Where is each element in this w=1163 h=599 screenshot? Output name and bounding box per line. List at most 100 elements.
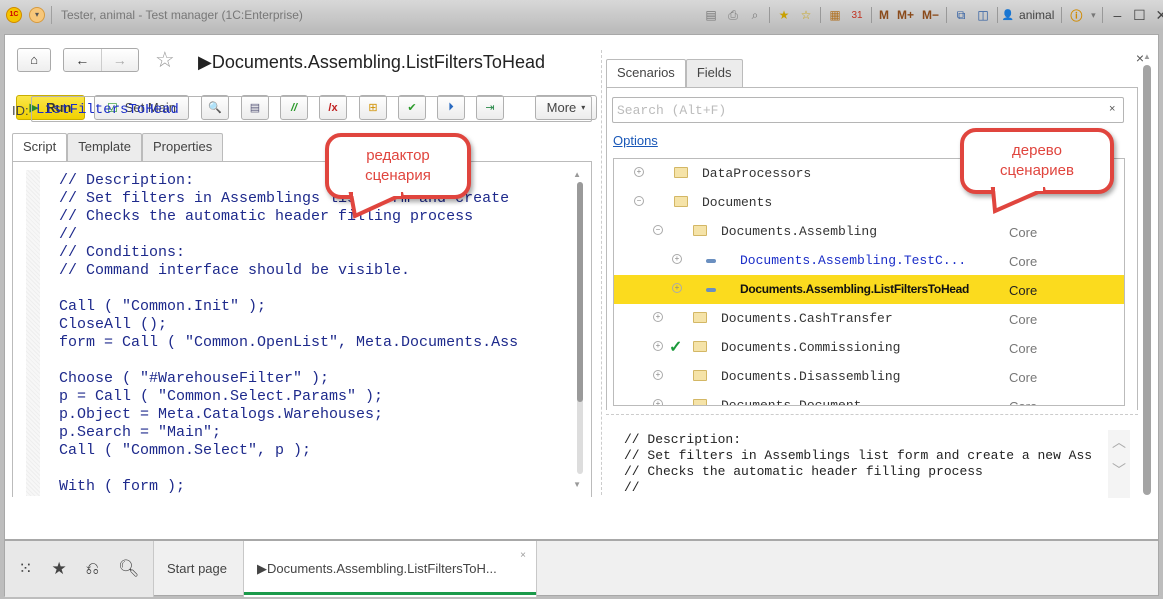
history-icon[interactable]: ⎌ — [86, 559, 100, 579]
open-windows-panel: ⁙ ★ ⎌ 🔍︎ Start page ▶Documents.Assemblin… — [4, 540, 1159, 597]
save-icon[interactable]: ▤ — [700, 6, 722, 24]
tree-item-name: Documents.Commissioning — [721, 340, 901, 355]
add-favorite-icon[interactable]: ★ — [773, 6, 795, 24]
minimize-button[interactable]: – — [1106, 7, 1128, 23]
expand-icon[interactable]: + — [653, 399, 663, 405]
expand-icon[interactable]: + — [672, 283, 682, 293]
checkmark-icon: ✓ — [669, 339, 683, 356]
tab-current-scenario[interactable]: ▶Documents.Assembling.ListFiltersToH... … — [243, 541, 537, 597]
expand-icon[interactable]: + — [653, 370, 663, 380]
separator — [820, 7, 821, 23]
collapse-icon[interactable]: − — [653, 225, 663, 235]
tab-fields[interactable]: Fields — [685, 59, 743, 87]
callout-pointer — [990, 185, 1046, 214]
id-input[interactable]: ListFiltersToHead — [31, 96, 592, 122]
tree-row[interactable]: + Documents.Document Core — [614, 391, 1124, 405]
favorite-star-icon[interactable]: ☆ — [155, 49, 175, 71]
preview-splitter[interactable] — [606, 414, 1138, 415]
scrollbar-thumb[interactable] — [1143, 65, 1151, 495]
tree-row[interactable]: + Documents.Assembling.ListFiltersToHead C… — [614, 275, 1124, 304]
separator — [946, 7, 948, 23]
windows-icon[interactable]: ⧉ — [950, 6, 972, 24]
editor-gutter — [26, 170, 40, 496]
search-icon[interactable]: 🔍︎ — [118, 559, 140, 579]
user-name[interactable]: animal — [1015, 8, 1058, 22]
options-link[interactable]: Options — [613, 133, 658, 148]
callout-pointer — [348, 190, 404, 219]
script-code[interactable]: // Description: // Set filters in Assemb… — [59, 172, 518, 496]
preview-scrollbar[interactable]: ︿ ﹀ — [1108, 430, 1130, 498]
close-window-button[interactable]: ✕ — [1150, 7, 1163, 24]
maximize-button[interactable]: ☐ — [1128, 7, 1150, 24]
back-button[interactable]: ← — [64, 49, 101, 71]
chevron-up-icon[interactable]: ︿ — [1108, 432, 1130, 452]
memory-add-button[interactable]: M+ — [893, 6, 918, 24]
folder-icon — [674, 167, 688, 178]
info-icon[interactable]: ⓘ — [1065, 6, 1087, 24]
preview-code: // Description: // Set filters in Assemb… — [624, 432, 1093, 495]
preview-icon[interactable]: ⌕ — [744, 6, 766, 24]
split-view-icon[interactable]: ◫ — [972, 6, 994, 24]
tree-row[interactable]: − Documents.Assembling Core — [614, 217, 1124, 246]
home-icon: ⌂ — [30, 52, 38, 67]
chevron-down-icon[interactable]: ▾ — [1087, 6, 1099, 24]
folder-icon — [674, 196, 688, 207]
tree-row[interactable]: + Documents.Disassembling Core — [614, 362, 1124, 391]
tab-script[interactable]: Script — [12, 133, 68, 162]
tree-row[interactable]: + Documents.Assembling.TestC... Core — [614, 246, 1124, 275]
app-logo-icon[interactable]: 1C — [6, 7, 22, 23]
scroll-up-icon[interactable]: ▲ — [573, 170, 581, 179]
forward-button[interactable]: → — [100, 49, 139, 71]
tree-item-name: Documents.Assembling.TestC... — [740, 253, 967, 268]
editor-scrollbar[interactable] — [577, 182, 583, 474]
tab-template[interactable]: Template — [67, 133, 142, 161]
clear-search-icon[interactable]: × — [1109, 103, 1115, 115]
close-tab-icon[interactable]: × — [520, 551, 526, 561]
tab-start-page[interactable]: Start page — [153, 541, 240, 597]
script-editor[interactable]: // Description: // Set filters in Assemb… — [12, 161, 592, 497]
tree-item-name: Documents.CashTransfer — [721, 311, 893, 326]
expand-icon[interactable]: + — [634, 167, 644, 177]
collapse-icon[interactable]: − — [634, 196, 644, 206]
window-titlebar: 1C ▾ Tester, animal - Test manager (1C:E… — [0, 0, 1163, 30]
form-scrollbar[interactable]: ▲ — [1143, 50, 1151, 500]
main-menu-icon[interactable]: ▾ — [29, 7, 45, 23]
scroll-down-icon[interactable]: ▼ — [573, 480, 581, 489]
tree-item-tag: Core — [1009, 254, 1038, 269]
section-icons: ⁙ ★ ⎌ 🔍︎ — [5, 541, 153, 597]
tree-item-tag: Core — [1009, 341, 1038, 356]
tree-item-tag: Core — [1009, 283, 1038, 298]
tree-row[interactable]: + ✓ Documents.Commissioning Core — [614, 333, 1124, 362]
folder-icon — [693, 370, 707, 381]
editor-tabs: Script Template Properties — [12, 133, 224, 162]
memory-button[interactable]: M — [875, 6, 893, 24]
calculator-icon[interactable]: ▦ — [824, 6, 846, 24]
print-icon[interactable]: ⎙ — [722, 6, 744, 24]
tree-row[interactable]: + Documents.CashTransfer Core — [614, 304, 1124, 333]
memory-subtract-button[interactable]: M− — [918, 6, 943, 24]
scenario-preview: // Description: // Set filters in Assemb… — [618, 430, 1134, 498]
chevron-down-icon[interactable]: ﹀ — [1108, 460, 1130, 480]
folder-icon — [693, 399, 707, 405]
window-title: Tester, animal - Test manager (1C:Enterp… — [61, 8, 303, 22]
active-tab-indicator — [244, 592, 536, 595]
favorites-icon[interactable]: ☆ — [795, 6, 817, 24]
expand-icon[interactable]: + — [653, 341, 663, 351]
panel-splitter[interactable] — [601, 50, 602, 495]
search-input[interactable]: Search (Alt+F) — [612, 97, 1124, 123]
expand-icon[interactable]: + — [672, 254, 682, 264]
tab-properties[interactable]: Properties — [141, 133, 224, 161]
scrollbar-thumb[interactable] — [577, 182, 583, 402]
folder-icon — [693, 312, 707, 323]
system-toolbar: ▤ ⎙ ⌕ ★ ☆ ▦ 31 M M+ M− ⧉ ◫ 👤 animal ⓘ ▾ … — [700, 6, 1163, 24]
tree-item-name: Documents — [702, 195, 773, 210]
tree-item-tag: Core — [1009, 370, 1038, 385]
calendar-icon[interactable]: 31 — [846, 6, 868, 24]
favorites-star-icon[interactable]: ★ — [51, 559, 66, 579]
sections-grid-icon[interactable]: ⁙ — [18, 559, 32, 579]
tab-scenarios[interactable]: Scenarios — [606, 59, 686, 88]
expand-icon[interactable]: + — [653, 312, 663, 322]
scroll-up-icon[interactable]: ▲ — [1143, 52, 1151, 61]
home-button[interactable]: ⌂ — [17, 48, 51, 72]
separator — [871, 7, 872, 23]
